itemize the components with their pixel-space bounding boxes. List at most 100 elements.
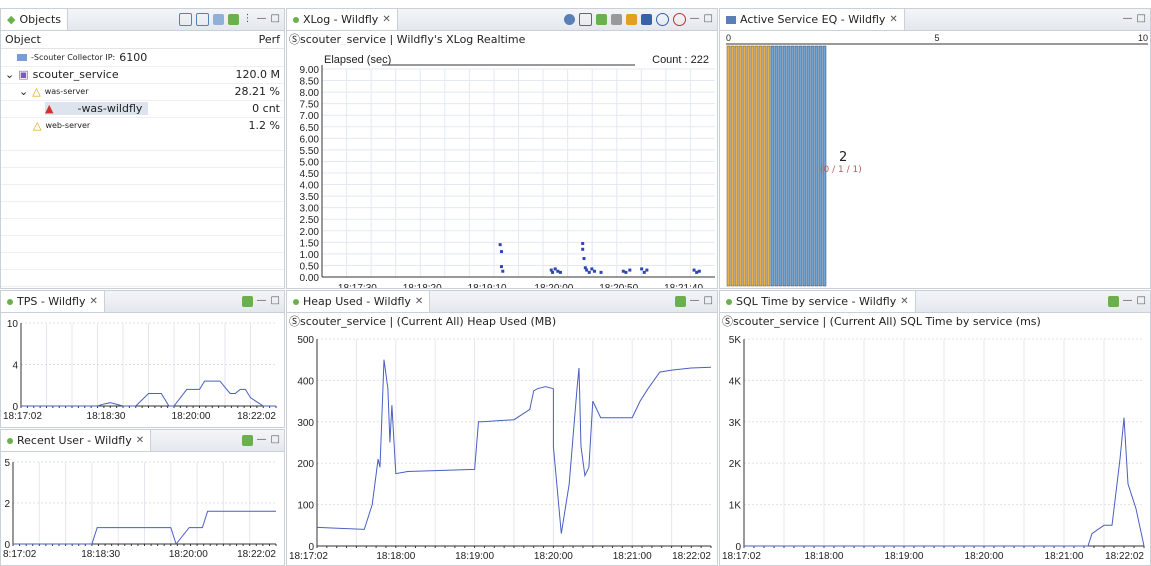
y-tick-label: 2.00 [300,227,320,238]
eq-bar-blue [810,45,815,287]
zoom-in-icon[interactable] [655,12,669,26]
scatter-point [499,265,503,269]
warning-icon[interactable] [625,13,637,25]
service-icon: ▣ [18,68,29,81]
tab-objects[interactable]: ◆ Objects [1,9,69,30]
status-dot-icon [293,16,299,23]
x-tick-label: 18:22:02 [1105,551,1144,562]
list-item[interactable]: ▲ -was-wildfly 0 cnt [1,100,284,118]
y-tick-label: 9.00 [300,65,320,76]
maximize-icon[interactable]: □ [704,12,713,26]
refresh-icon[interactable] [1107,295,1119,307]
minimize-icon[interactable]: — [1123,294,1133,308]
minimize-icon[interactable]: — [257,294,267,308]
refresh-icon[interactable] [227,13,239,25]
eq-bar-blue [790,45,795,287]
minimize-icon[interactable]: — [690,294,700,308]
minimize-icon[interactable]: — [690,12,700,26]
tps-tab-label: TPS - Wildfly [17,295,86,308]
xlog-tabbar: XLog - Wildfly ✕ — □ [287,9,717,31]
tab-heap[interactable]: Heap Used - Wildfly ✕ [287,291,431,312]
close-icon[interactable]: ✕ [136,435,144,446]
xlog-chart[interactable]: 9.008.508.007.507.006.506.005.505.004.50… [287,45,718,289]
y-tick-label: 5.00 [300,157,320,168]
filter-icon[interactable] [595,13,607,25]
settings-icon[interactable] [563,13,575,25]
status-dot-icon [7,298,13,305]
x-tick-label: 18:19:00 [455,551,494,562]
collapse-icon[interactable] [195,12,209,26]
x-tick-label: 18:18:20 [403,283,442,289]
view-menu-icon[interactable]: ⋮ [243,12,253,26]
recent-user-chart[interactable]: 5208:17:02 18:18:30 18:20:00 18:22:02 [1,452,285,566]
scatter-point [692,268,696,272]
heap-subtitle: Ⓢscouter_service | (Current All) Heap Us… [289,315,557,328]
heap-tabbar: Heap Used - Wildfly ✕ — □ [287,291,717,313]
table-icon[interactable] [578,12,592,26]
eq-bar-orange [742,45,747,287]
chevron-down-icon[interactable]: ⌄ [19,85,28,98]
eq-bar-orange [734,45,739,287]
list-item[interactable]: -Scouter Collector IP: 6100 [1,49,284,67]
y-tick-label: 10 [7,319,19,330]
y-tick-label: 200 [297,459,314,470]
sql-tab-label: SQL Time by service - Wildfly [736,295,897,308]
list-item[interactable]: ⌄ △ was-server 28.21 % [1,83,284,101]
scatter-point [581,247,585,251]
chart-icon[interactable] [640,13,652,25]
minimize-icon[interactable]: — [1123,12,1133,26]
scatter-point [590,267,594,271]
x-tick-label: 18:17:02 [3,411,42,422]
close-icon[interactable]: ✕ [889,14,897,25]
objects-tabbar: ◆ Objects ⋮ — □ [1,9,284,31]
heap-chart[interactable]: 500400300200100018:17:02 18:18:00 18:19:00… [287,329,718,566]
tps-panel: TPS - Wildfly ✕ — □ 10 4 0 18:17:02 18:18:30… [0,290,285,428]
list-item[interactable]: △ web-server 1.2 % [1,117,284,135]
y-tick-label: 3K [729,418,742,429]
tab-xlog[interactable]: XLog - Wildfly ✕ [287,9,398,30]
close-icon[interactable]: ✕ [382,14,390,25]
x-tick-label: 18:19:10 [468,283,507,289]
tab-recent-user[interactable]: Recent User - Wildfly ✕ [1,430,152,451]
maximize-icon[interactable]: □ [704,294,713,308]
eq-bar-orange [762,45,767,287]
tab-active-eq[interactable]: Active Service EQ - Wildfly ✕ [720,9,905,30]
link-icon[interactable] [610,13,622,25]
x-tick-label: 18:18:00 [805,551,844,562]
close-icon[interactable]: ✕ [415,296,423,307]
tab-tps[interactable]: TPS - Wildfly ✕ [1,291,105,312]
x-tick-label: 8:17:02 [3,549,37,560]
zoom-out-icon[interactable] [672,12,686,26]
maximize-icon[interactable]: □ [1137,12,1146,26]
close-icon[interactable]: ✕ [89,296,97,307]
y-tick-label: 100 [297,501,314,512]
refresh-icon[interactable] [241,295,253,307]
maximize-icon[interactable]: □ [271,433,280,447]
maximize-icon[interactable]: □ [271,12,280,26]
x-tick-label: 18:20:00 [965,551,1004,562]
refresh-icon[interactable] [241,434,253,446]
eq-bar-blue [798,45,803,287]
x-tick-label: 18:17:02 [722,551,761,562]
close-icon[interactable]: ✕ [900,296,908,307]
maximize-icon[interactable]: □ [271,294,280,308]
column-perf: Perf [258,33,280,46]
sql-chart[interactable]: 5K4K3K2K1K018:17:02 18:18:00 18:19:00 18:20… [720,329,1151,566]
objects-panel: ◆ Objects ⋮ — □ Object Perf -Scouter Col… [0,8,285,289]
chevron-down-icon[interactable]: ⌄ [5,68,14,81]
tps-chart[interactable]: 104018:17:02 18:18:30 18:20:00 18:22:02 [1,313,285,428]
tab-sql[interactable]: SQL Time by service - Wildfly ✕ [720,291,916,312]
x-tick-label: 18:22:02 [237,411,276,422]
sql-panel: SQL Time by service - Wildfly ✕ — □ Ⓢsco… [719,290,1151,566]
x-tick-label: 18:18:00 [376,551,415,562]
minimize-icon[interactable]: — [257,12,267,26]
filter-icon[interactable] [212,13,224,25]
list-item[interactable]: ⌄ ▣ scouter_service 120.0 M [1,66,284,84]
refresh-icon[interactable] [674,295,686,307]
minimize-icon[interactable]: — [257,433,267,447]
expand-icon[interactable] [178,12,192,26]
was-server-name: was-server [44,87,89,96]
y-tick-label: 8.00 [300,88,320,99]
maximize-icon[interactable]: □ [1137,294,1146,308]
scatter-point [695,270,699,274]
